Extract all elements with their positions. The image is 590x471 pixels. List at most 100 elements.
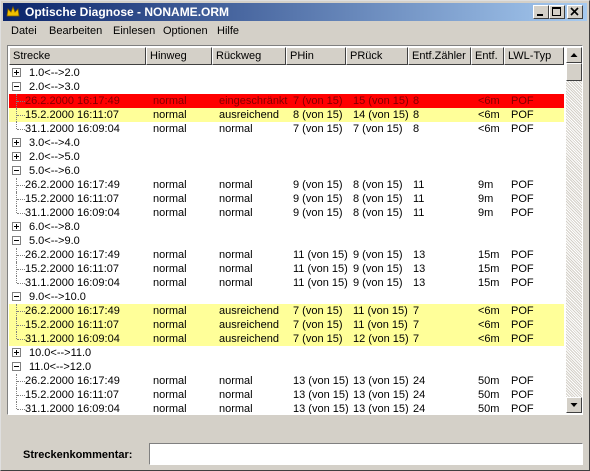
scroll-down-button[interactable] [566,397,582,413]
minimize-icon [537,14,543,16]
measurement-row[interactable]: 26.2.2000 16:17:49 normal normal 13 (von 15… [9,374,564,388]
entf-zaehler-cell: 24 [413,375,426,387]
expand-icon[interactable] [12,138,21,147]
measurement-row[interactable]: 31.1.2000 16:09:04 normal normal 9 (von 15)… [9,206,564,220]
measurement-row[interactable]: 26.2.2000 16:17:49 normal normal 9 (von 15)… [9,178,564,192]
collapse-icon[interactable] [12,292,21,301]
group-row[interactable]: 1.0<-->2.0 [9,66,564,80]
comment-input[interactable] [149,443,583,465]
close-icon [570,7,579,16]
column-header-phin[interactable]: PHin [286,47,346,65]
expand-icon[interactable] [12,348,21,357]
maximize-button[interactable] [549,5,565,19]
column-header-hinweg[interactable]: Hinweg [146,47,212,65]
lwl-typ-cell: POF [511,109,534,121]
hinweg-cell: normal [153,193,187,205]
phin-cell: 11 (von 15) [293,249,348,261]
group-row[interactable]: 9.0<-->10.0 [9,290,564,304]
lwl-typ-cell: POF [511,207,534,219]
group-row[interactable]: 3.0<-->4.0 [9,136,564,150]
measurement-row[interactable]: 15.2.2000 16:11:07 normal ausreichend 8 (vo… [9,108,564,122]
measurement-row[interactable]: 15.2.2000 16:11:07 normal ausreichend 7 (vo… [9,318,564,332]
measurement-row[interactable]: 26.2.2000 16:17:49 normal ausreichend 7 (vo… [9,304,564,318]
hinweg-cell: normal [153,263,187,275]
group-row[interactable]: 2.0<-->5.0 [9,150,564,164]
tree-connector [17,381,25,382]
group-row[interactable]: 5.0<-->9.0 [9,234,564,248]
title-bar[interactable]: Optische Diagnose - NONAME.ORM [3,3,587,21]
expand-icon[interactable] [12,68,21,77]
date-cell: 31.1.2000 16:09:04 [25,403,120,414]
column-header-rueckweg[interactable]: Rückweg [212,47,286,65]
measurement-row[interactable]: 31.1.2000 16:09:04 normal normal 7 (von 15)… [9,122,564,136]
entf-zaehler-cell: 7 [413,319,420,331]
phin-cell: 13 (von 15) [293,375,349,387]
hinweg-cell: normal [153,389,187,401]
measurement-row[interactable]: 15.2.2000 16:11:07 normal normal 13 (von 15… [9,388,564,402]
minimize-button[interactable] [533,5,549,19]
column-header-strecke[interactable]: Strecke [9,47,146,65]
collapse-icon[interactable] [12,362,21,371]
pruck-cell: 13 (von 15) [353,389,409,401]
date-cell: 15.2.2000 16:11:07 [25,319,119,331]
measurement-row[interactable]: 31.1.2000 16:09:04 normal ausreichend 7 (vo… [9,332,564,346]
diagnosis-list[interactable]: Strecke Hinweg Rückweg PHin PRück Entf.Z… [7,45,583,415]
phin-cell: 9 (von 15) [293,207,343,219]
lwl-typ-cell: POF [511,403,534,414]
tree-connector [17,129,25,130]
group-label: 1.0<-->2.0 [29,67,80,79]
entf-zaehler-cell: 13 [413,277,426,289]
measurement-row[interactable]: 26.2.2000 16:17:49 normal eingeschränkt 7 (… [9,94,564,108]
collapse-icon[interactable] [12,236,21,245]
comment-label: Streckenkommentar: [23,449,133,461]
group-row[interactable]: 10.0<-->11.0 [9,346,564,360]
lwl-typ-cell: POF [511,179,534,191]
date-cell: 26.2.2000 16:17:49 [25,375,120,387]
expand-icon[interactable] [12,152,21,161]
pruck-cell: 9 (von 15) [353,249,403,261]
lwl-typ-cell: POF [511,319,534,331]
date-cell: 15.2.2000 16:11:07 [25,193,119,205]
menu-datei[interactable]: Datei [11,25,37,37]
lwl-typ-cell: POF [511,123,534,135]
column-header-entf[interactable]: Entf. [471,47,504,65]
column-header-lwl-typ[interactable]: LWL-Typ [504,47,564,65]
group-row[interactable]: 5.0<-->6.0 [9,164,564,178]
close-button[interactable] [567,5,583,19]
group-row[interactable]: 2.0<-->3.0 [9,80,564,94]
measurement-row[interactable]: 15.2.2000 16:11:07 normal normal 9 (von 15)… [9,192,564,206]
hinweg-cell: normal [153,249,187,261]
menu-optionen[interactable]: Optionen [163,25,208,37]
date-cell: 26.2.2000 16:17:49 [25,95,120,107]
entf-zaehler-cell: 8 [413,123,420,135]
pruck-cell: 14 (von 15) [353,109,409,121]
collapse-icon[interactable] [12,82,21,91]
phin-cell: 7 (von 15) [293,123,343,135]
measurement-row[interactable]: 31.1.2000 16:09:04 normal normal 11 (von 15… [9,276,564,290]
vertical-scrollbar[interactable] [566,47,582,413]
menu-einlesen[interactable]: Einlesen [113,25,155,37]
expand-icon[interactable] [12,222,21,231]
maximize-icon [552,7,561,16]
entf-cell: 15m [478,263,500,275]
menu-bearbeiten[interactable]: Bearbeiten [49,25,102,37]
group-label: 11.0<-->12.0 [29,361,92,373]
scroll-up-button[interactable] [566,47,582,63]
hinweg-cell: normal [153,319,187,331]
phin-cell: 8 (von 15) [293,109,343,121]
measurement-row[interactable]: 26.2.2000 16:17:49 normal normal 11 (von 15… [9,248,564,262]
rueckweg-cell: normal [219,249,253,261]
measurement-row[interactable]: 15.2.2000 16:11:07 normal normal 11 (von 15… [9,262,564,276]
lwl-typ-cell: POF [511,249,534,261]
measurement-row[interactable]: 31.1.2000 16:09:04 normal normal 13 (von 15… [9,402,564,414]
column-header-entf-zaehler[interactable]: Entf.Zähler [408,47,471,65]
rueckweg-cell: ausreichend [219,333,279,345]
scroll-track[interactable] [566,81,582,397]
group-row[interactable]: 11.0<-->12.0 [9,360,564,374]
group-row[interactable]: 6.0<-->8.0 [9,220,564,234]
date-cell: 15.2.2000 16:11:07 [25,109,119,121]
menu-hilfe[interactable]: Hilfe [217,25,239,37]
collapse-icon[interactable] [12,166,21,175]
scroll-thumb[interactable] [566,63,582,81]
column-header-pruck[interactable]: PRück [346,47,408,65]
